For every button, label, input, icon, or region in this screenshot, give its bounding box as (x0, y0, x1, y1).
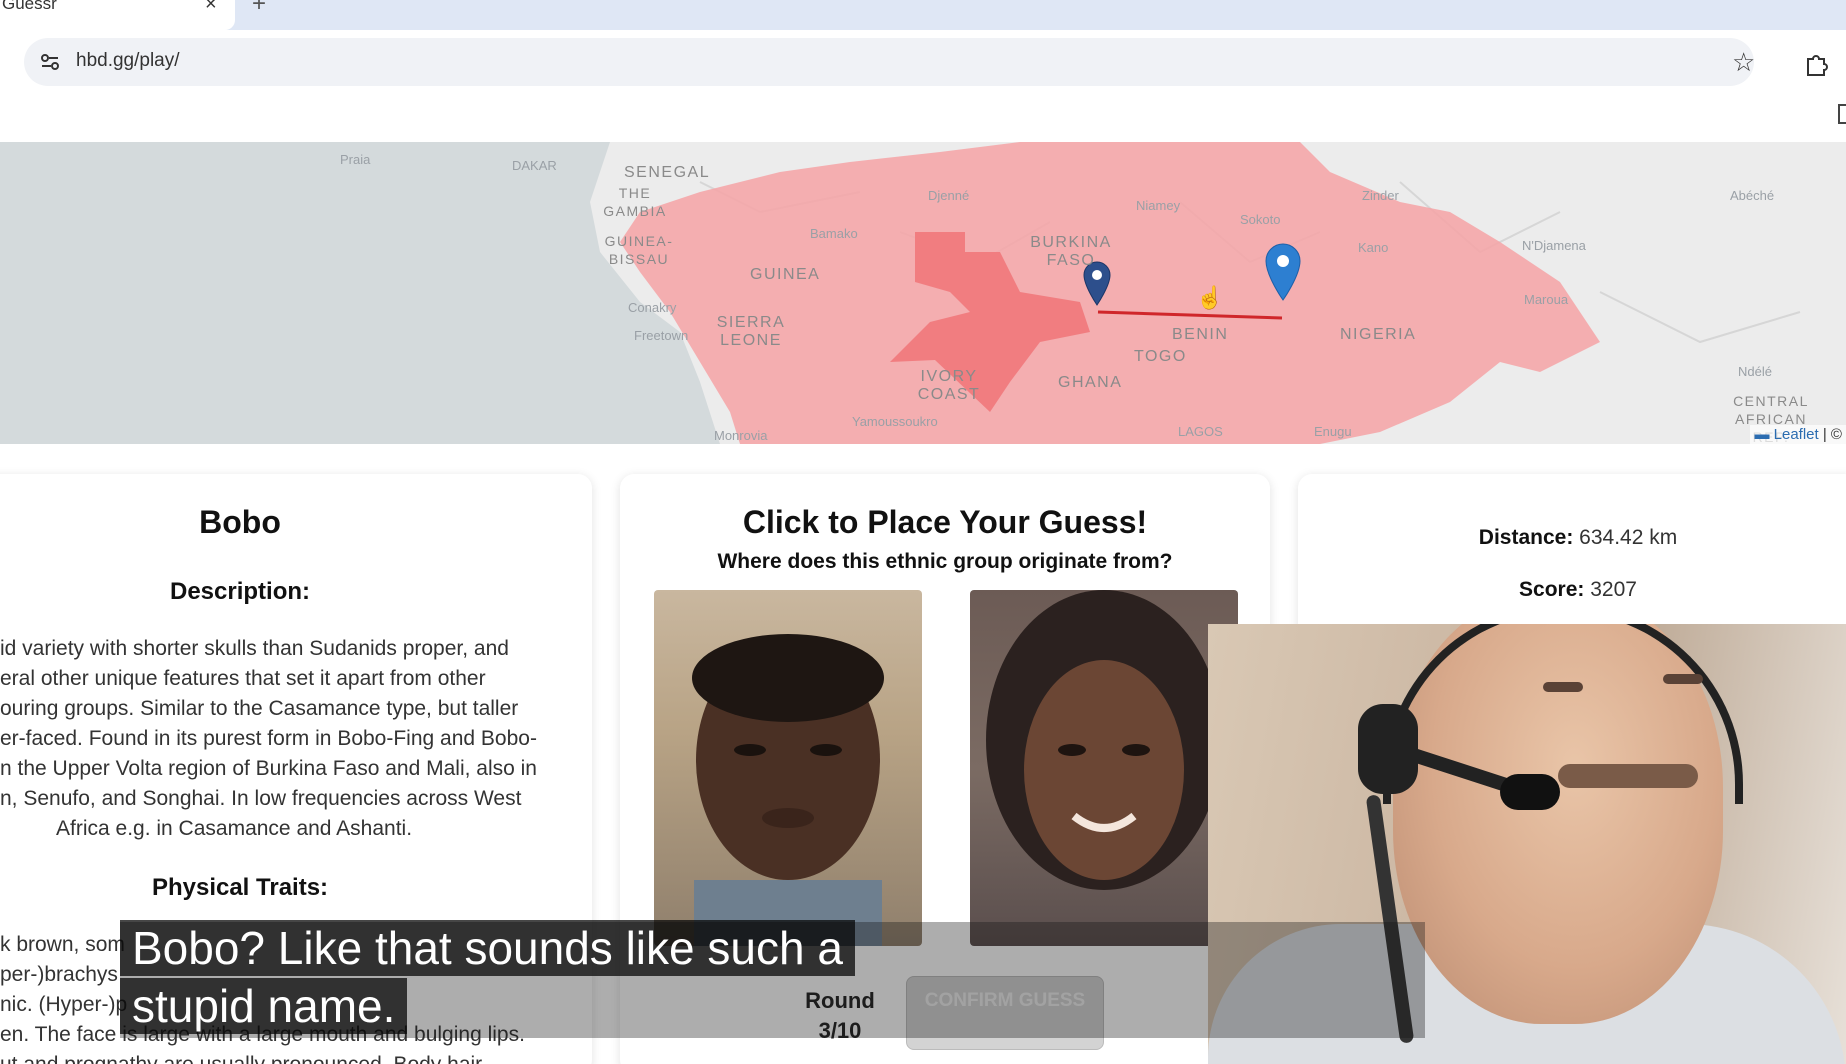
map-label: Conakry (628, 300, 677, 315)
distance-readout: Distance: 634.42 km (1298, 526, 1846, 550)
map-label: GUINEA (750, 266, 821, 283)
map-attribution: ▬ Leaflet | © (1750, 425, 1846, 444)
answer-marker-icon (1265, 243, 1301, 301)
traits-heading: Physical Traits: (151, 874, 329, 901)
map-label: DAKAR (512, 158, 557, 173)
map-label: Enugu (1314, 424, 1352, 439)
description-line: n, Senufo, and Songhai. In low frequenci… (0, 787, 522, 810)
map-label: Sokoto (1240, 212, 1281, 227)
description-text: id variety with shorter skulls than Suda… (0, 634, 560, 844)
map-label: IVORY COAST (917, 368, 981, 403)
webcam-mustache (1558, 764, 1698, 788)
map-label: TOGO (1134, 348, 1187, 365)
map-label: LAGOS (1178, 424, 1223, 439)
map-label: Praia (340, 152, 371, 167)
distance-value: 634.42 km (1579, 526, 1678, 549)
map-label: N'Djamena (1522, 238, 1586, 253)
map-label: Ndélé (1738, 364, 1772, 379)
map-label: Yamoussoukro (852, 414, 938, 429)
star-icon[interactable]: ☆ (1732, 47, 1755, 78)
map-label: THE GAMBIA (603, 185, 667, 219)
browser-toolbar: hbd.gg/play/ ☆ (0, 30, 1846, 142)
map-label: Monrovia (714, 428, 768, 443)
score-readout: Score: 3207 (1298, 578, 1846, 602)
map-label: Bamako (810, 226, 858, 241)
plus-icon[interactable]: + (252, 0, 266, 18)
map-label: Maroua (1524, 292, 1569, 307)
map-label: SIERRA LEONE (716, 314, 786, 349)
guess-subtitle: Where does this ethnic group originate f… (717, 550, 1173, 573)
guess-map[interactable]: Praia DAKAR SENEGAL THE GAMBIA GUINEA-BI… (0, 142, 1846, 444)
address-bar[interactable]: hbd.gg/play/ ☆ (24, 38, 1828, 86)
description-line: id variety with shorter skulls than Suda… (0, 637, 509, 660)
description-heading: Description: (169, 578, 310, 605)
close-icon[interactable]: × (205, 0, 217, 16)
side-panel-icon[interactable] (1838, 104, 1846, 124)
score-value: 3207 (1590, 578, 1637, 601)
tab-title: Guessr (2, 0, 57, 13)
extensions-icon[interactable] (1804, 51, 1830, 77)
map-label: GHANA (1058, 374, 1123, 391)
hand-cursor-icon: ☝ (1196, 285, 1224, 310)
map-label: SENEGAL (624, 164, 711, 181)
distance-label: Distance: (1478, 526, 1574, 549)
map-label: Niamey (1136, 198, 1181, 213)
site-settings-icon[interactable] (38, 50, 62, 74)
female-face-image (970, 590, 1238, 946)
description-line: er-faced. Found in its purest form in Bo… (0, 727, 537, 750)
tab-strip: Guessr × + (0, 0, 1846, 30)
description-line: Africa e.g. in Casamance and Ashanti. (56, 817, 413, 840)
caption-line: Bobo? Like that sounds like such a (120, 920, 855, 976)
caption-line: stupid name. (120, 978, 408, 1034)
map-label: NIGERIA (1340, 326, 1417, 343)
guess-title: Click to Place Your Guess! (742, 504, 1148, 540)
map-label: Djenné (928, 188, 970, 203)
map-label: Abéché (1730, 188, 1775, 203)
map-label: Zinder (1362, 188, 1399, 203)
map-label: BENIN (1172, 326, 1229, 343)
browser-tab[interactable]: Guessr × (0, 0, 235, 30)
webcam-eye (1543, 682, 1583, 692)
description-line: ouring groups. Similar to the Casamance … (0, 697, 519, 720)
url-text[interactable]: hbd.gg/play/ (76, 50, 180, 72)
map-label: Kano (1358, 240, 1389, 255)
description-line: n the Upper Volta region of Burkina Faso… (0, 757, 537, 780)
description-line: eral other unique features that set it a… (0, 667, 486, 690)
map-label: BURKINA FASO (1030, 234, 1112, 269)
webcam-eye (1663, 674, 1703, 684)
male-face-image (654, 590, 922, 946)
map-label: Freetown (634, 328, 689, 343)
traits-line: ut and prognathy are usually pronounced.… (0, 1050, 560, 1064)
leaflet-link[interactable]: Leaflet (1774, 426, 1819, 443)
ethnic-name: Bobo (199, 504, 281, 540)
map-label: GUINEA-BISSAU (604, 233, 674, 267)
score-label: Score: (1519, 578, 1585, 601)
headset-mic-icon (1500, 774, 1560, 810)
